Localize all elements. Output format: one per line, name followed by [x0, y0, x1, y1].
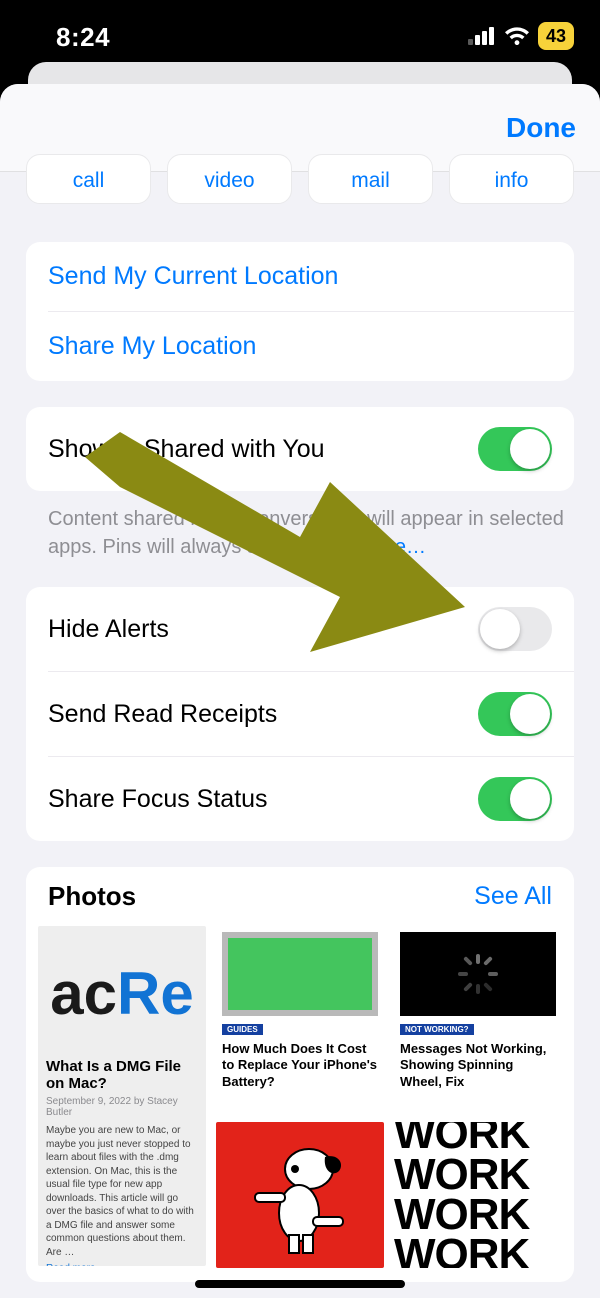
send-location-button[interactable]: Send My Current Location	[26, 242, 574, 311]
article-3-tag: NOT WORKING?	[400, 1024, 474, 1035]
article-1-body: Maybe you are new to Mac, or maybe you j…	[46, 1124, 198, 1259]
work-text-3: WORK	[394, 1195, 562, 1235]
location-card: Send My Current Location Share My Locati…	[26, 242, 574, 381]
shared-with-you-row: Show in Shared with You	[26, 407, 574, 491]
article-1-readmore: Read more	[46, 1263, 198, 1266]
hide-alerts-label: Hide Alerts	[48, 615, 169, 644]
share-location-button[interactable]: Share My Location	[48, 311, 574, 381]
info-button[interactable]: info	[449, 154, 574, 204]
done-button[interactable]: Done	[506, 112, 576, 144]
photo-col-3: NOT WORKING? Messages Not Working, Showi…	[394, 926, 562, 1268]
read-receipts-row: Send Read Receipts	[48, 671, 574, 756]
status-bar: 8:24 43	[0, 0, 600, 62]
read-receipts-toggle[interactable]	[478, 692, 552, 736]
notification-settings-card: Hide Alerts Send Read Receipts Share Foc…	[26, 587, 574, 841]
macre-logo: acRe	[50, 959, 193, 1028]
photo-col-1: acRe What Is a DMG File on Mac? Septembe…	[38, 926, 206, 1268]
article-2-title: How Much Does It Cost to Replace Your iP…	[222, 1041, 378, 1090]
contact-details-sheet: Done call video mail info Send My Curren…	[0, 84, 600, 1298]
read-receipts-label: Send Read Receipts	[48, 700, 277, 729]
focus-status-row: Share Focus Status	[48, 756, 574, 841]
work-text-2: WORK	[394, 1155, 562, 1195]
contact-action-row: call video mail info	[26, 154, 574, 204]
battery-badge: 43	[538, 22, 574, 50]
article-1-meta: September 9, 2022 by Stacey Butler	[46, 1096, 198, 1118]
article-thumbnail-2[interactable]: GUIDES How Much Does It Cost to Replace …	[216, 926, 384, 1112]
photo-thumbnail-work[interactable]: WORK WORK WORK WORK	[394, 1122, 562, 1268]
status-right: 43	[468, 22, 574, 50]
photos-grid: acRe What Is a DMG File on Mac? Septembe…	[26, 926, 574, 1282]
focus-status-label: Share Focus Status	[48, 785, 268, 814]
wifi-icon	[504, 26, 530, 46]
focus-status-toggle[interactable]	[478, 777, 552, 821]
spinner-icon	[456, 952, 500, 996]
shared-with-you-toggle[interactable]	[478, 427, 552, 471]
article-1-title: What Is a DMG File on Mac?	[46, 1058, 198, 1092]
article-thumbnail-3[interactable]: NOT WORKING? Messages Not Working, Showi…	[394, 926, 562, 1112]
photos-section: Photos See All acRe What Is a DMG File o…	[26, 867, 574, 1282]
cellular-icon	[468, 27, 496, 45]
shared-with-you-label: Show in Shared with You	[48, 435, 325, 464]
article-2-tag: GUIDES	[222, 1024, 263, 1035]
snoopy-image	[245, 1135, 355, 1255]
photos-see-all-button[interactable]: See All	[474, 882, 552, 911]
photo-col-2: GUIDES How Much Does It Cost to Replace …	[216, 926, 384, 1268]
shared-with-you-card: Show in Shared with You	[26, 407, 574, 491]
mail-button[interactable]: mail	[308, 154, 433, 204]
photos-title: Photos	[48, 881, 136, 912]
photo-thumbnail-snoopy[interactable]	[216, 1122, 384, 1268]
work-text-4: WORK	[394, 1235, 562, 1268]
status-time: 8:24	[56, 22, 110, 53]
hide-alerts-toggle[interactable]	[478, 607, 552, 651]
article-3-title: Messages Not Working, Showing Spinning W…	[400, 1041, 556, 1090]
learn-more-link[interactable]: Learn more…	[304, 536, 426, 558]
hide-alerts-row: Hide Alerts	[26, 587, 574, 671]
call-button[interactable]: call	[26, 154, 151, 204]
video-button[interactable]: video	[167, 154, 292, 204]
home-indicator[interactable]	[195, 1280, 405, 1288]
shared-with-you-footnote: Content shared in this conversation will…	[48, 505, 570, 561]
article-thumbnail-1[interactable]: acRe What Is a DMG File on Mac? Septembe…	[38, 926, 206, 1266]
